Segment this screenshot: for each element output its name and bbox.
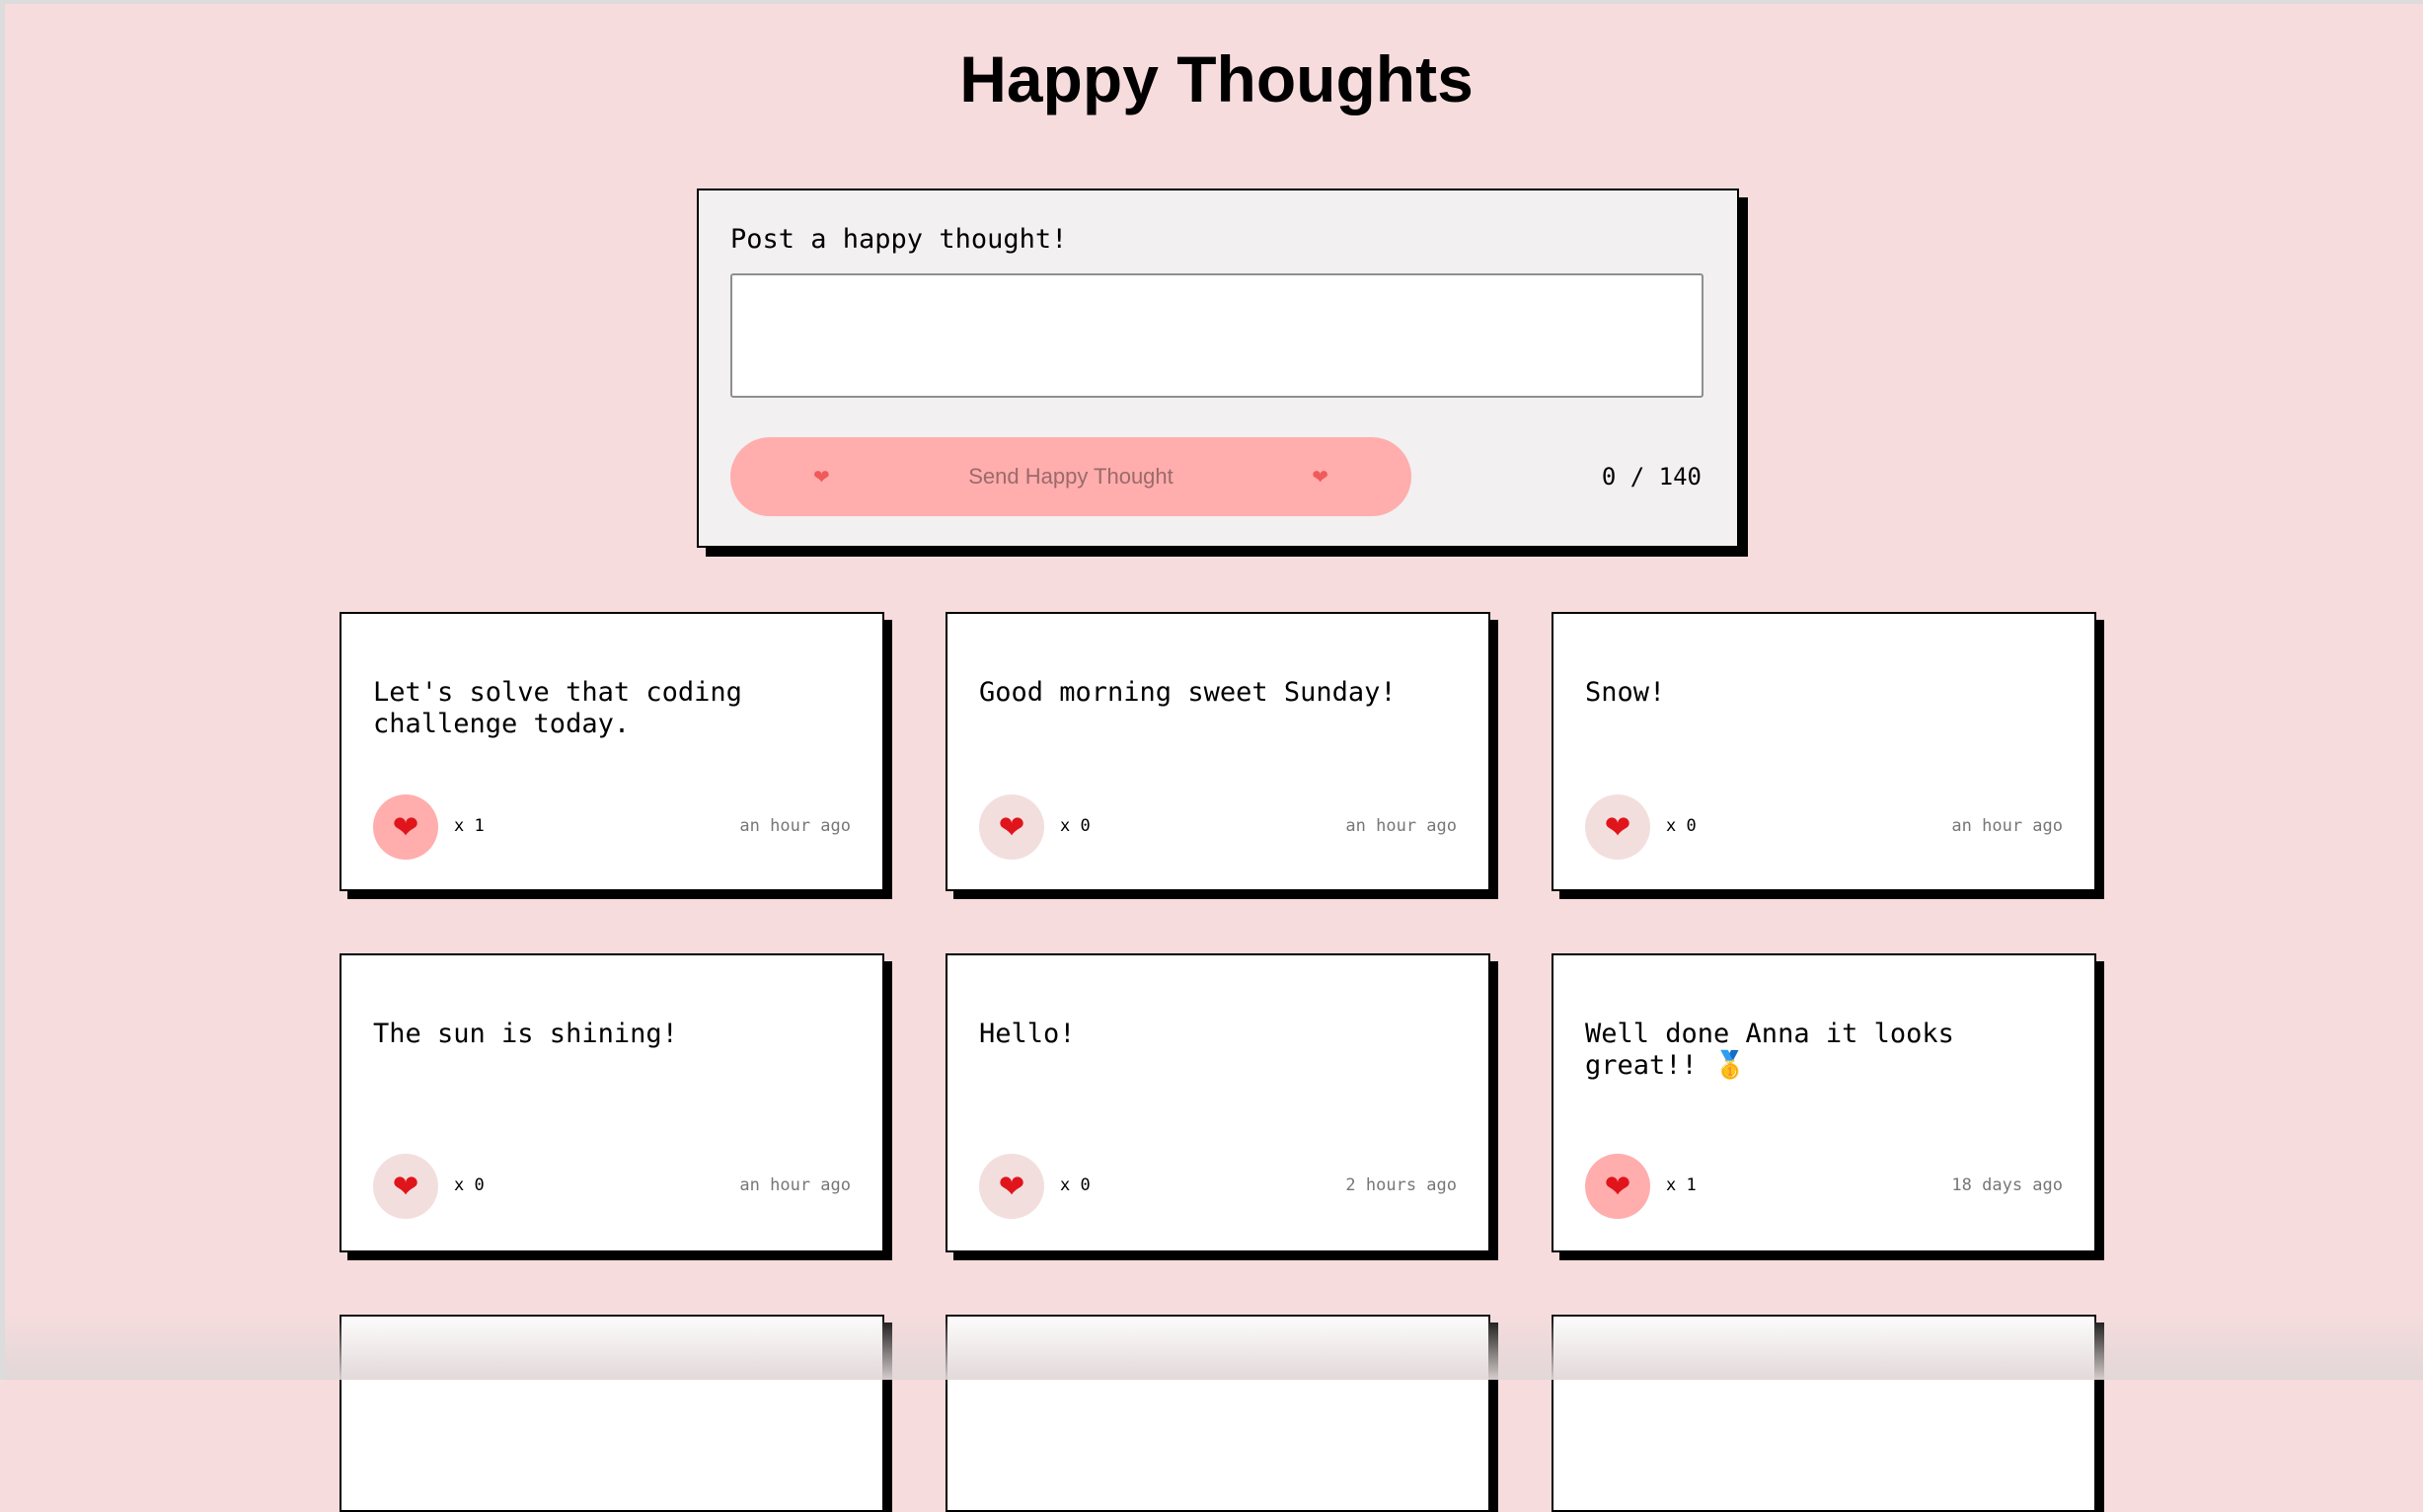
like-button[interactable]: ❤ (373, 794, 438, 860)
like-button[interactable]: ❤ (1585, 794, 1650, 860)
heart-icon: ❤ (1604, 809, 1631, 845)
thought-message: Snow! (1585, 677, 1666, 708)
thought-message: The sun is shining! (373, 1019, 678, 1049)
thought-message: Well done Anna it looks great!! 🥇 (1585, 1019, 1971, 1081)
like-count: x 0 (1060, 816, 1091, 836)
thought-form-label: Post a happy thought! (730, 224, 1068, 255)
thought-card: Snow! ❤ x 0 an hour ago (1552, 612, 2096, 891)
thought-form: Post a happy thought! ❤ Send Happy Thoug… (697, 189, 1739, 548)
thought-timestamp: an hour ago (1345, 816, 1457, 836)
heart-icon: ❤ (998, 1169, 1025, 1204)
send-thought-label: Send Happy Thought (968, 464, 1174, 489)
page-title: Happy Thoughts (959, 42, 1474, 115)
thought-timestamp: 18 days ago (1951, 1175, 2063, 1195)
like-button[interactable]: ❤ (373, 1154, 438, 1219)
thought-card (1552, 1315, 2096, 1512)
thought-card: Hello! ❤ x 0 2 hours ago (946, 953, 1490, 1252)
thought-message: Let's solve that coding challenge today. (373, 677, 759, 739)
thought-card: The sun is shining! ❤ x 0 an hour ago (340, 953, 884, 1252)
heart-icon: ❤ (392, 809, 419, 845)
thought-card (946, 1315, 1490, 1512)
thought-timestamp: an hour ago (739, 816, 851, 836)
like-count: x 1 (454, 816, 485, 836)
thought-card: Good morning sweet Sunday! ❤ x 0 an hour… (946, 612, 1490, 891)
like-button[interactable]: ❤ (979, 794, 1044, 860)
heart-icon: ❤ (998, 809, 1025, 845)
character-counter: 0 / 140 (1601, 463, 1702, 491)
thought-timestamp: an hour ago (1951, 816, 2063, 836)
heart-icon: ❤ (813, 466, 830, 489)
like-count: x 1 (1666, 1175, 1697, 1195)
like-count: x 0 (1060, 1175, 1091, 1195)
thought-input[interactable] (730, 273, 1704, 398)
heart-icon: ❤ (1312, 466, 1328, 489)
thought-card: Let's solve that coding challenge today.… (340, 612, 884, 891)
like-count: x 0 (454, 1175, 485, 1195)
thought-message: Hello! (979, 1019, 1076, 1049)
like-button[interactable]: ❤ (979, 1154, 1044, 1219)
heart-icon: ❤ (392, 1169, 419, 1204)
thought-message: Good morning sweet Sunday! (979, 677, 1397, 708)
thought-card (340, 1315, 884, 1512)
like-button[interactable]: ❤ (1585, 1154, 1650, 1219)
like-count: x 0 (1666, 816, 1697, 836)
thought-card: Well done Anna it looks great!! 🥇 ❤ x 1 … (1552, 953, 2096, 1252)
heart-icon: ❤ (1604, 1169, 1631, 1204)
thought-timestamp: an hour ago (739, 1175, 851, 1195)
thought-timestamp: 2 hours ago (1345, 1175, 1457, 1195)
send-thought-button[interactable]: ❤ Send Happy Thought ❤ (730, 437, 1411, 516)
